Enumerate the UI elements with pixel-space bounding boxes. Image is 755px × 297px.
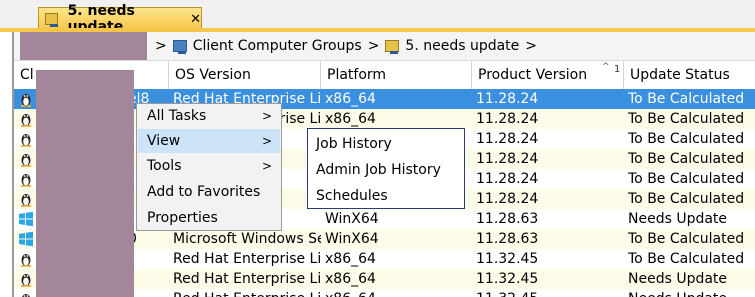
table-cell-platform: x86_64 — [325, 251, 376, 267]
close-icon[interactable]: ✕ — [190, 12, 201, 27]
breadcrumb-item-client-computer-groups[interactable]: Client Computer Groups — [172, 38, 362, 54]
table-cell-status: To Be Calculated — [628, 191, 745, 207]
table-cell-status: To Be Calculated — [628, 171, 745, 187]
column-header-os-version[interactable]: OS Version — [169, 61, 321, 89]
column-header-platform[interactable]: Platform — [321, 61, 472, 89]
submenu-item-job-history[interactable]: Job History — [316, 132, 392, 156]
table-cell-platform: x86_64 — [321, 289, 472, 297]
table-cell-version: 11.28.24 — [476, 171, 539, 187]
table-cell-version: 11.28.24 — [476, 91, 539, 107]
group-icon — [385, 40, 400, 54]
table-cell-version: 11.28.63 — [476, 231, 539, 247]
breadcrumb-separator: > — [367, 38, 380, 54]
chevron-right-icon: > — [261, 159, 272, 173]
column-header-update-status[interactable]: Update Status — [624, 61, 755, 89]
submenu-item-schedules[interactable]: Schedules — [316, 184, 388, 208]
chevron-right-icon: > — [261, 109, 272, 123]
table-cell-version: 11.28.24 — [476, 151, 539, 167]
menu-item-all-tasks[interactable]: All Tasks > — [138, 104, 280, 128]
table-cell-status: To Be Calculated — [628, 251, 745, 267]
chevron-right-icon: > — [261, 134, 272, 148]
table-cell-version: 11.28.24 — [476, 111, 539, 127]
table-cell-platform: WinX64 — [325, 231, 379, 247]
tab-needs-update[interactable]: 5. needs update ✕ — [38, 3, 202, 35]
sort-order-number: 1 — [614, 64, 621, 75]
table-cell-os-version: Microsoft Windows Se... — [173, 231, 321, 247]
table-cell-status: To Be Calculated — [628, 111, 745, 127]
sort-ascending-icon: ^ — [602, 62, 610, 72]
context-menu: All Tasks > View > Tools > Add to Favori… — [136, 103, 282, 231]
table-cell-version: 11.28.24 — [476, 191, 539, 207]
menu-item-tools[interactable]: Tools > — [138, 154, 280, 178]
table-cell-status: Needs Update — [628, 271, 728, 287]
menu-item-view[interactable]: View > — [138, 129, 280, 153]
table-cell-os-version: Red Hat Enterprise Lin... — [169, 289, 321, 297]
breadcrumb-separator[interactable]: > — [525, 38, 537, 54]
table-cell-status: Needs Update — [624, 289, 755, 297]
computer-group-icon — [172, 40, 187, 54]
table-cell-os-version: Red Hat Enterprise Lin... — [173, 251, 321, 267]
table-cell-version: 11.28.24 — [476, 131, 539, 147]
submenu-item-admin-job-history[interactable]: Admin Job History — [316, 158, 441, 182]
tab-strip: 5. needs update ✕ — [0, 0, 755, 35]
table-cell-status: To Be Calculated — [628, 131, 745, 147]
menu-item-add-to-favorites[interactable]: Add to Favorites — [138, 180, 280, 204]
table-cell-status: Needs Update — [628, 211, 728, 227]
breadcrumb-separator: > — [155, 38, 167, 54]
table-cell-status: To Be Calculated — [628, 231, 745, 247]
table-cell-platform: x86_64 — [325, 271, 376, 287]
table-cell-version: 11.28.63 — [476, 211, 539, 227]
table-cell-os-version: Red Hat Enterprise Lin... — [173, 271, 321, 287]
table-cell-version: 11.32.45 — [472, 289, 624, 297]
table-cell-platform: x86_64 — [325, 111, 376, 127]
group-icon — [45, 13, 58, 27]
table-cell-version: 11.32.45 — [476, 271, 539, 287]
table-cell-status: To Be Calculated — [628, 91, 745, 107]
table-cell-platform: WinX64 — [325, 211, 379, 227]
table-cell-version: 11.32.45 — [476, 251, 539, 267]
redaction-block — [20, 32, 147, 60]
view-submenu: Job History Admin Job History Schedules — [307, 128, 465, 209]
table-cell-status: To Be Calculated — [628, 151, 745, 167]
breadcrumb-item-needs-update[interactable]: 5. needs update — [385, 38, 519, 54]
menu-item-properties[interactable]: Properties — [138, 206, 280, 230]
redaction-block — [36, 70, 134, 297]
table-cell-platform: x86_64 — [325, 91, 376, 107]
